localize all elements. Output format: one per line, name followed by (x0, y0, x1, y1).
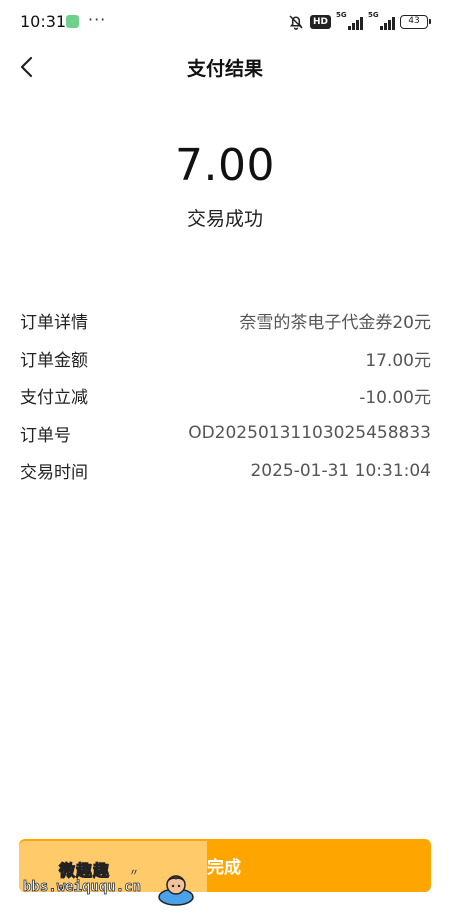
watermark: 微趣趣 〃 bbs.weiququ.cn (19, 841, 207, 911)
page-title: 支付结果 (186, 58, 263, 80)
battery-icon: 43 (400, 15, 431, 29)
detail-value: 奈雪的茶电子代金券20元 (239, 313, 431, 334)
sparkle-icon: 〃 (129, 868, 139, 879)
watermark-url: bbs.weiququ.cn (23, 879, 142, 896)
order-details: 订单详情 奈雪的茶电子代金券20元 订单金额 17.00元 支付立减 -10.0… (20, 302, 431, 490)
network-type-label: 5G (336, 11, 347, 19)
status-time: 10:31 (20, 12, 67, 31)
detail-value: -10.00元 (359, 388, 431, 409)
detail-label: 订单号 (20, 425, 71, 446)
detail-value: OD20250131103025458833 (188, 423, 431, 444)
nav-bar: 支付结果 (0, 44, 450, 90)
mascot-icon (158, 875, 194, 906)
detail-value: 2025-01-31 10:31:04 (250, 460, 431, 481)
hd-badge: HD (309, 15, 331, 29)
detail-row-order-amount: 订单金额 17.00元 (20, 340, 431, 378)
detail-label: 交易时间 (20, 463, 88, 484)
detail-value: 17.00元 (365, 350, 431, 371)
detail-label: 订单金额 (20, 350, 88, 371)
signal-5g-icon-2: 5G (368, 11, 395, 30)
detail-row-transaction-time: 交易时间 2025-01-31 10:31:04 (20, 452, 431, 490)
detail-row-order-number: 订单号 OD20250131103025458833 (20, 415, 431, 453)
detail-row-order-detail: 订单详情 奈雪的茶电子代金券20元 (20, 302, 431, 340)
signal-5g-icon: 5G (336, 11, 363, 30)
detail-label: 订单详情 (20, 313, 88, 334)
payment-amount: 7.00 (175, 140, 275, 191)
status-bar: 10:31 ··· HD 5G 5G 43 (0, 0, 450, 44)
network-type-label-2: 5G (368, 11, 379, 19)
detail-label: 支付立减 (20, 388, 88, 409)
message-notification-icon (66, 15, 79, 28)
bell-muted-icon (289, 15, 303, 30)
watermark-title: 微趣趣 (58, 861, 111, 881)
status-icons: HD 5G 5G 43 (287, 11, 431, 32)
done-button-label: 完成 (207, 858, 241, 878)
payment-result: 交易成功 (186, 208, 263, 230)
detail-row-discount: 支付立减 -10.00元 (20, 377, 431, 415)
more-notifications-icon: ··· (88, 10, 107, 29)
